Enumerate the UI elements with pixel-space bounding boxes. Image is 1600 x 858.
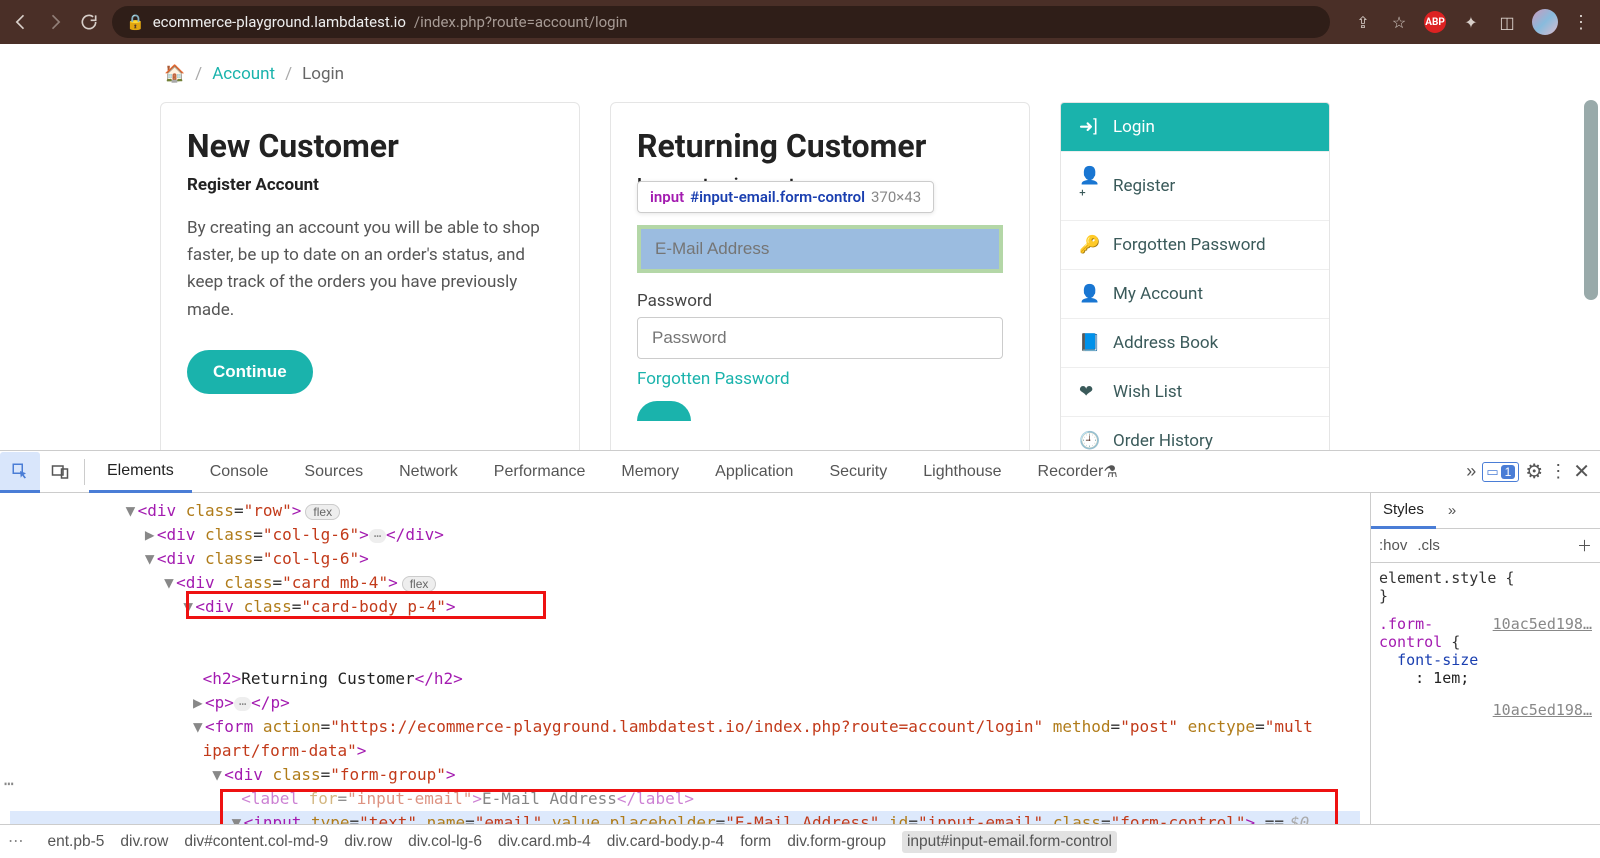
devtools-menu-icon[interactable]: ⋮ bbox=[1549, 461, 1567, 482]
scrollbar-thumb[interactable] bbox=[1584, 100, 1598, 300]
page-content: 🏠 / Account / Login New Customer Registe… bbox=[0, 44, 1600, 450]
tab-recorder[interactable]: Recorder ⚗ bbox=[1020, 451, 1136, 492]
key-icon: 🔑 bbox=[1079, 235, 1099, 255]
css-file-link-2[interactable]: 10ac5ed198… bbox=[1493, 701, 1592, 719]
abp-icon[interactable]: ABP bbox=[1424, 11, 1446, 33]
browser-toolbar: 🔒 ecommerce-playground.lambdatest.io/ind… bbox=[0, 0, 1600, 44]
new-customer-body: By creating an account you will be able … bbox=[187, 215, 553, 324]
forward-icon[interactable] bbox=[44, 11, 66, 33]
new-customer-title: New Customer bbox=[187, 127, 553, 165]
email-input-highlighted: input#input-email.form-control 370×43 bbox=[637, 225, 1003, 273]
flask-icon: ⚗ bbox=[1103, 462, 1117, 482]
sidebar-item-myaccount[interactable]: 👤My Account bbox=[1061, 270, 1329, 319]
user-plus-icon: 👤⁺ bbox=[1079, 166, 1099, 206]
device-toggle-icon[interactable] bbox=[40, 451, 80, 492]
tab-elements[interactable]: Elements bbox=[89, 452, 192, 493]
profile-avatar[interactable] bbox=[1532, 9, 1558, 35]
dom-breadcrumb[interactable]: ⋯ ent.pb-5 div.row div#content.col-md-9 … bbox=[0, 824, 1600, 858]
book-icon: 📘 bbox=[1079, 333, 1099, 353]
more-tabs-icon[interactable]: » bbox=[1466, 461, 1476, 482]
share-icon[interactable]: ⇪ bbox=[1352, 11, 1374, 33]
sidebar-item-login[interactable]: ➜]Login bbox=[1061, 103, 1329, 152]
extensions-icon[interactable]: ✦ bbox=[1460, 11, 1482, 33]
sidebar-item-wishlist[interactable]: ❤Wish List bbox=[1061, 368, 1329, 417]
panel-icon[interactable]: ◫ bbox=[1496, 11, 1518, 33]
issues-icon[interactable]: ▭1 bbox=[1482, 462, 1519, 482]
devtools-tabs: Elements Console Sources Network Perform… bbox=[0, 451, 1600, 493]
star-icon[interactable]: ☆ bbox=[1388, 11, 1410, 33]
new-customer-card: New Customer Register Account By creatin… bbox=[160, 102, 580, 450]
inspect-element-icon[interactable] bbox=[0, 452, 40, 493]
address-bar[interactable]: 🔒 ecommerce-playground.lambdatest.io/ind… bbox=[112, 6, 1330, 38]
home-icon[interactable]: 🏠 bbox=[164, 64, 185, 84]
inspect-tooltip: input#input-email.form-control 370×43 bbox=[637, 181, 934, 213]
breadcrumb-login: Login bbox=[302, 64, 344, 84]
returning-customer-card: Returning Customer I am a returning cust… bbox=[610, 102, 1030, 450]
email-field[interactable] bbox=[641, 229, 999, 269]
url-path: /index.php?route=account/login bbox=[414, 13, 628, 31]
continue-button[interactable]: Continue bbox=[187, 350, 313, 394]
breadcrumb-account[interactable]: Account bbox=[212, 64, 275, 84]
tab-lighthouse[interactable]: Lighthouse bbox=[905, 451, 1019, 492]
styles-tab[interactable]: Styles bbox=[1371, 494, 1436, 529]
devtools-panel: Elements Console Sources Network Perform… bbox=[0, 450, 1600, 858]
styles-more-icon[interactable]: » bbox=[1436, 493, 1468, 528]
password-field[interactable] bbox=[637, 317, 1003, 359]
account-sidebar: ➜]Login 👤⁺Register 🔑Forgotten Password 👤… bbox=[1060, 102, 1330, 450]
css-file-link[interactable]: 10ac5ed198… bbox=[1493, 615, 1592, 633]
breadcrumb: 🏠 / Account / Login bbox=[160, 56, 1440, 102]
sidebar-item-addressbook[interactable]: 📘Address Book bbox=[1061, 319, 1329, 368]
tab-network[interactable]: Network bbox=[381, 451, 476, 492]
cls-toggle[interactable]: .cls bbox=[1417, 537, 1440, 554]
login-button-peek[interactable] bbox=[637, 401, 691, 421]
add-rule-icon[interactable]: ＋ bbox=[1577, 535, 1592, 556]
history-icon: 🕘 bbox=[1079, 431, 1099, 450]
login-icon: ➜] bbox=[1079, 117, 1099, 137]
sidebar-item-forgotten[interactable]: 🔑Forgotten Password bbox=[1061, 221, 1329, 270]
overflow-dots-icon: ⋯ bbox=[4, 772, 16, 796]
tab-memory[interactable]: Memory bbox=[603, 451, 697, 492]
menu-icon[interactable]: ⋮ bbox=[1572, 12, 1590, 33]
reload-icon[interactable] bbox=[78, 11, 100, 33]
tab-performance[interactable]: Performance bbox=[476, 451, 604, 492]
hov-toggle[interactable]: :hov bbox=[1379, 537, 1407, 554]
back-icon[interactable] bbox=[10, 11, 32, 33]
tab-security[interactable]: Security bbox=[811, 451, 905, 492]
dom-tree[interactable]: ▼<div class="row">flex ▶<div class="col-… bbox=[0, 493, 1370, 824]
dom-selected-line[interactable]: ▼<input type="text" name="email" value p… bbox=[10, 811, 1360, 824]
close-devtools-icon[interactable]: ✕ bbox=[1573, 459, 1590, 484]
tab-console[interactable]: Console bbox=[192, 451, 287, 492]
heart-icon: ❤ bbox=[1079, 382, 1099, 402]
lock-icon: 🔒 bbox=[126, 13, 145, 31]
new-customer-subtitle: Register Account bbox=[187, 175, 553, 195]
tab-sources[interactable]: Sources bbox=[286, 451, 381, 492]
sidebar-item-orderhistory[interactable]: 🕘Order History bbox=[1061, 417, 1329, 450]
styles-pane: Styles » :hov .cls ＋ element.style { } 1… bbox=[1370, 493, 1600, 824]
sidebar-item-register[interactable]: 👤⁺Register bbox=[1061, 152, 1329, 221]
returning-title: Returning Customer bbox=[637, 127, 1003, 165]
forgot-password-link[interactable]: Forgotten Password bbox=[637, 369, 790, 389]
password-label: Password bbox=[637, 291, 1003, 311]
crumb-overflow-icon[interactable]: ⋯ bbox=[8, 832, 26, 851]
user-icon: 👤 bbox=[1079, 284, 1099, 304]
url-host: ecommerce-playground.lambdatest.io bbox=[153, 13, 406, 31]
settings-icon[interactable]: ⚙ bbox=[1525, 459, 1543, 484]
tab-application[interactable]: Application bbox=[697, 451, 811, 492]
